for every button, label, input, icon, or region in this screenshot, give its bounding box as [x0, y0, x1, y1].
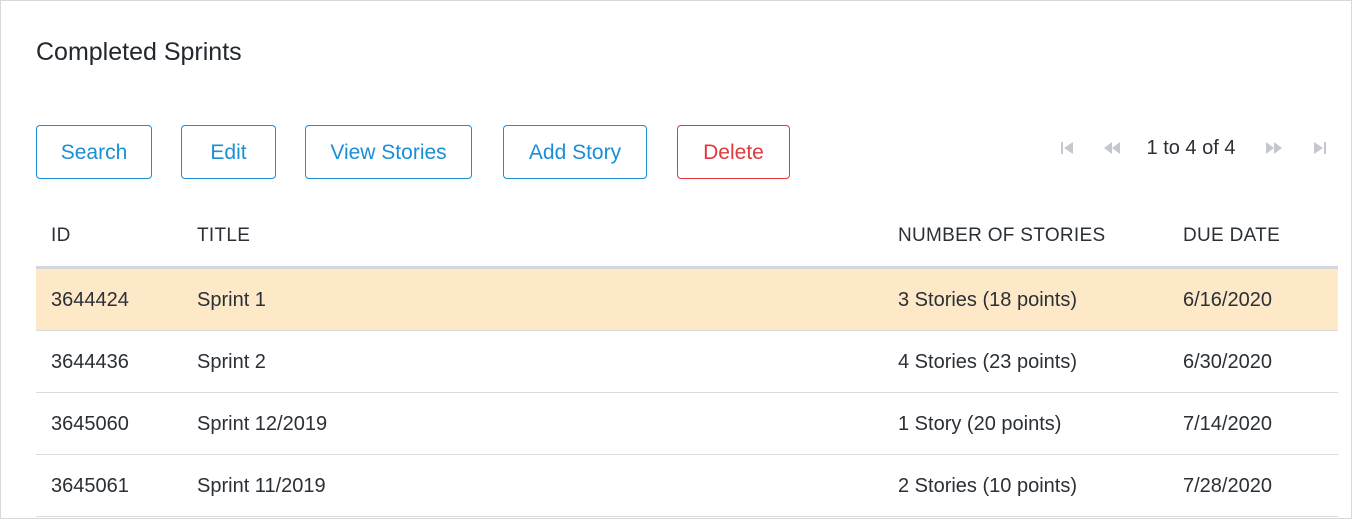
sprints-table: ID TITLE NUMBER OF STORIES DUE DATE 3644…	[36, 206, 1338, 517]
column-header-number-of-stories[interactable]: NUMBER OF STORIES	[898, 224, 1105, 248]
page-range-text: 1 to 4 of 4	[1146, 137, 1236, 159]
cell-due-date: 6/16/2020	[1183, 289, 1272, 311]
cell-title: Sprint 11/2019	[197, 475, 326, 497]
search-button[interactable]: Search	[36, 125, 152, 179]
cell-number-of-stories: 3 Stories (18 points)	[898, 289, 1077, 311]
cell-title: Sprint 12/2019	[197, 413, 328, 435]
cell-id: 3645061	[51, 475, 129, 497]
cell-id: 3644424	[51, 289, 129, 311]
cell-title: Sprint 1	[197, 289, 266, 311]
completed-sprints-panel: Completed Sprints Search Edit View Stori…	[0, 0, 1352, 519]
column-header-id[interactable]: ID	[51, 224, 71, 248]
next-page-icon[interactable]	[1263, 137, 1285, 159]
table-row[interactable]: 3644424 Sprint 1 3 Stories (18 points) 6…	[36, 269, 1338, 331]
previous-page-icon[interactable]	[1101, 137, 1123, 159]
table-row[interactable]: 3645061 Sprint 11/2019 2 Stories (10 poi…	[36, 455, 1338, 517]
delete-button[interactable]: Delete	[677, 125, 790, 179]
table-header: ID TITLE NUMBER OF STORIES DUE DATE	[36, 206, 1338, 269]
page-title: Completed Sprints	[36, 38, 242, 66]
pagination: 1 to 4 of 4	[1051, 131, 1341, 165]
cell-due-date: 7/28/2020	[1183, 475, 1272, 497]
cell-due-date: 6/30/2020	[1183, 351, 1272, 373]
table-row[interactable]: 3645060 Sprint 12/2019 1 Story (20 point…	[36, 393, 1338, 455]
table-row[interactable]: 3644436 Sprint 2 4 Stories (23 points) 6…	[36, 331, 1338, 393]
cell-number-of-stories: 2 Stories (10 points)	[898, 475, 1077, 497]
edit-button[interactable]: Edit	[181, 125, 276, 179]
cell-number-of-stories: 1 Story (20 points)	[898, 413, 1062, 435]
column-header-due-date[interactable]: DUE DATE	[1183, 224, 1280, 248]
cell-id: 3645060	[51, 413, 129, 435]
column-header-title[interactable]: TITLE	[197, 224, 250, 248]
cell-number-of-stories: 4 Stories (23 points)	[898, 351, 1077, 373]
view-stories-button[interactable]: View Stories	[305, 125, 472, 179]
add-story-button[interactable]: Add Story	[503, 125, 647, 179]
last-page-icon[interactable]	[1309, 137, 1331, 159]
cell-title: Sprint 2	[197, 351, 266, 373]
first-page-icon[interactable]	[1056, 137, 1078, 159]
cell-id: 3644436	[51, 351, 129, 373]
cell-due-date: 7/14/2020	[1183, 413, 1272, 435]
